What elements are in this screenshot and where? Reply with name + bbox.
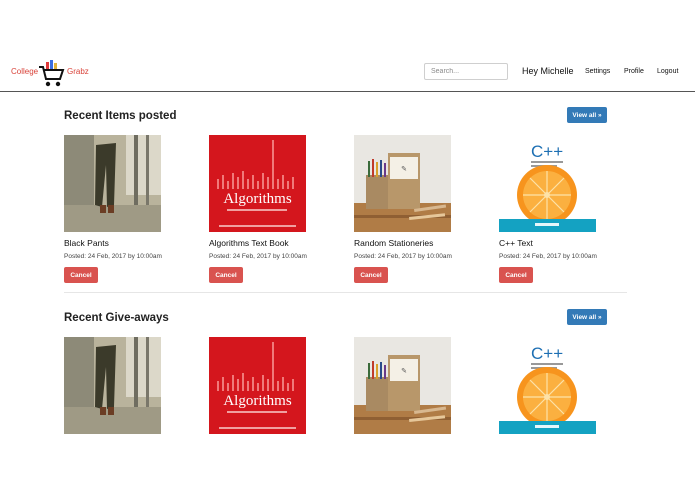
cancel-button[interactable]: Cancel <box>499 267 533 283</box>
giveaway-card: ✎ <box>354 337 454 434</box>
navbar: College Grabz Hey Michelle Settings Prof… <box>0 52 695 92</box>
giveaway-image-black-pants[interactable] <box>64 337 161 434</box>
user-greeting: Hey Michelle <box>522 66 574 76</box>
item-name[interactable]: C++ Text <box>499 238 533 248</box>
cancel-button[interactable]: Cancel <box>209 267 243 283</box>
item-card: ✎ Random Stationeries Posted: 24 Feb, 20… <box>354 135 454 283</box>
section-title-recent-items: Recent Items posted <box>64 110 177 122</box>
algorithms-cover-title: Algorithms <box>223 191 291 207</box>
giveaway-card: Algorithms <box>209 337 309 434</box>
item-name[interactable]: Random Stationeries <box>354 238 433 248</box>
giveaway-image-cpp-book[interactable]: C++ <box>499 337 596 434</box>
item-card: C++ C++ Text Posted: 24 Feb, 2017 by 10:… <box>499 135 599 283</box>
view-all-giveaways-button[interactable]: View all » <box>567 309 607 325</box>
nav-profile-link[interactable]: Profile <box>624 68 644 75</box>
item-card: Algorithms Algorithms Text Book Posted: … <box>209 135 309 283</box>
giveaway-card <box>64 337 164 434</box>
item-image-cpp-book[interactable]: C++ <box>499 135 596 232</box>
item-posted-date: Posted: 24 Feb, 2017 by 10:00am <box>499 253 597 260</box>
algorithms-cover-title: Algorithms <box>223 393 291 409</box>
item-card: Black Pants Posted: 24 Feb, 2017 by 10:0… <box>64 135 164 283</box>
cpp-cover-title: C++ <box>531 344 563 363</box>
item-posted-date: Posted: 24 Feb, 2017 by 10:00am <box>209 253 307 260</box>
section-divider <box>64 292 627 293</box>
item-image-black-pants[interactable] <box>64 135 161 232</box>
cancel-button[interactable]: Cancel <box>354 267 388 283</box>
search-input[interactable] <box>424 63 508 80</box>
item-name[interactable]: Algorithms Text Book <box>209 238 289 248</box>
brand-name-left: College <box>11 67 39 76</box>
svg-text:✎: ✎ <box>401 165 407 173</box>
brand-name-right: Grabz <box>67 67 89 76</box>
item-image-algorithms-book[interactable]: Algorithms <box>209 135 306 232</box>
cancel-button[interactable]: Cancel <box>64 267 98 283</box>
item-name[interactable]: Black Pants <box>64 238 109 248</box>
nav-settings-link[interactable]: Settings <box>585 68 610 75</box>
section-title-give-aways: Recent Give-aways <box>64 312 169 324</box>
svg-text:✎: ✎ <box>401 367 407 375</box>
view-all-items-button[interactable]: View all » <box>567 107 607 123</box>
nav-logout-link[interactable]: Logout <box>657 68 678 75</box>
cpp-cover-title: C++ <box>531 142 563 161</box>
giveaway-card: C++ <box>499 337 599 434</box>
item-posted-date: Posted: 24 Feb, 2017 by 10:00am <box>354 253 452 260</box>
shopping-cart-icon <box>39 60 65 87</box>
item-image-stationeries[interactable]: ✎ <box>354 135 451 232</box>
giveaway-image-stationeries[interactable]: ✎ <box>354 337 451 434</box>
item-posted-date: Posted: 24 Feb, 2017 by 10:00am <box>64 253 162 260</box>
brand-logo[interactable]: College Grabz <box>10 57 90 87</box>
giveaway-image-algorithms-book[interactable]: Algorithms <box>209 337 306 434</box>
